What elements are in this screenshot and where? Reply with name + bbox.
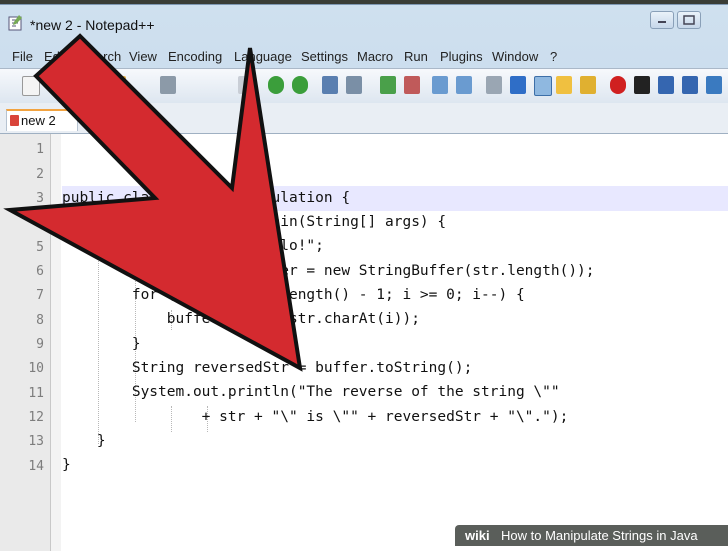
menu-window[interactable]: Window — [492, 49, 538, 64]
line-number: 6 — [36, 264, 44, 279]
sync-h-icon[interactable] — [456, 76, 472, 94]
fold-margin — [51, 134, 61, 551]
menu-file[interactable]: File — [12, 49, 33, 64]
print-icon[interactable] — [160, 76, 176, 94]
code-line: String str = "Hello!"; — [62, 238, 324, 254]
menu-macro[interactable]: Macro — [357, 49, 393, 64]
code-line: public class StringManipulation { — [62, 190, 351, 206]
line-number: 8 — [36, 313, 44, 328]
play-macro-icon[interactable] — [658, 76, 674, 94]
line-number: 13 — [28, 434, 44, 449]
stop-macro-icon[interactable] — [634, 76, 650, 94]
code-line: buffer.append(str.charAt(i)); — [62, 311, 420, 327]
play-multiple-icon[interactable] — [682, 76, 698, 94]
function-list-icon[interactable] — [580, 76, 596, 94]
line-number: 1 — [36, 142, 44, 157]
menu-settings[interactable]: Settings — [301, 49, 348, 64]
tab-new-2[interactable]: new 2 — [6, 109, 78, 131]
indent-guide-icon[interactable] — [534, 76, 552, 96]
sync-v-icon[interactable] — [432, 76, 448, 94]
toolbar — [0, 68, 728, 104]
doc-map-icon[interactable] — [556, 76, 572, 94]
code-line: System.out.println("The reverse of the s… — [62, 384, 560, 400]
watermark-title: How to Manipulate Strings in Java — [501, 528, 698, 543]
window-title: *new 2 - Notepad++ — [30, 17, 155, 33]
zoom-out-icon[interactable] — [404, 76, 420, 94]
notepad-window: *new 2 - Notepad++ File Edit Search View… — [0, 4, 728, 551]
code-line: StringBuffer buffer = new StringBuffer(s… — [62, 263, 595, 279]
code-line: } — [62, 457, 71, 473]
undo-icon[interactable] — [268, 76, 284, 94]
line-number: 4 — [36, 215, 44, 230]
menu-encoding[interactable]: Encoding — [168, 49, 222, 64]
line-number: 7 — [36, 288, 44, 303]
line-number: 9 — [36, 337, 44, 352]
menu-search[interactable]: Search — [80, 49, 121, 64]
title-bar: *new 2 - Notepad++ — [0, 5, 728, 41]
minimize-button[interactable] — [650, 11, 674, 29]
code-line: for (int i = str.length() - 1; i >= 0; i… — [62, 287, 525, 303]
maximize-button[interactable] — [677, 11, 701, 29]
menu-plugins[interactable]: Plugins — [440, 49, 483, 64]
line-number: 3 — [36, 191, 44, 206]
new-file-icon[interactable] — [22, 76, 40, 96]
notepad-app-icon — [8, 15, 22, 31]
wikihow-watermark: wiki How to Manipulate Strings in Java — [455, 525, 728, 546]
code-line: public static void main(String[] args) { — [62, 214, 447, 230]
line-number: 14 — [28, 459, 44, 474]
replace-icon[interactable] — [346, 76, 362, 94]
find-icon[interactable] — [322, 76, 338, 94]
menu-help[interactable]: ? — [550, 49, 557, 64]
wikihow-logo: wiki — [465, 528, 490, 543]
menu-bar: File Edit Search View Encoding Language … — [0, 45, 728, 67]
redo-icon[interactable] — [292, 76, 308, 94]
line-number: 11 — [28, 386, 44, 401]
save-macro-icon[interactable] — [706, 76, 722, 94]
menu-language[interactable]: Language — [234, 49, 292, 64]
line-number: 12 — [28, 410, 44, 425]
menu-edit[interactable]: Edit — [44, 49, 66, 64]
record-macro-icon[interactable] — [610, 76, 626, 94]
code-line: + str + "\" is \"" + reversedStr + "\"."… — [62, 409, 569, 425]
code-line: String reversedStr = buffer.toString(); — [62, 360, 473, 376]
code-line: } — [62, 433, 106, 449]
word-wrap-icon[interactable] — [486, 76, 502, 94]
save-all-icon[interactable] — [110, 76, 126, 94]
tab-bar: new 2 — [0, 103, 728, 134]
code-editor[interactable]: 1 2 3 4 5 6 7 8 9 10 11 12 13 14 public … — [0, 134, 728, 551]
line-number: 2 — [36, 167, 44, 182]
paste-icon[interactable] — [238, 76, 254, 94]
code-line: } — [62, 336, 141, 352]
tab-label: new 2 — [21, 113, 56, 128]
zoom-in-icon[interactable] — [380, 76, 396, 94]
menu-view[interactable]: View — [129, 49, 157, 64]
line-number: 5 — [36, 240, 44, 255]
unsaved-file-icon — [10, 115, 19, 126]
menu-run[interactable]: Run — [404, 49, 428, 64]
line-number: 10 — [28, 361, 44, 376]
all-chars-icon[interactable] — [510, 76, 526, 94]
